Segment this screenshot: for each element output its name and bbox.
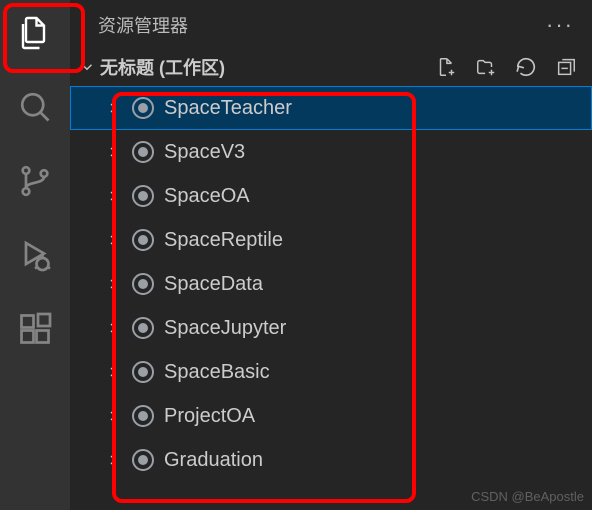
folder-radio-icon [132, 361, 154, 383]
tree-item-label: Graduation [164, 449, 263, 472]
debug-icon [17, 237, 53, 273]
explorer-tab[interactable] [10, 8, 60, 58]
files-icon [17, 15, 53, 51]
chevron-right-icon [104, 363, 122, 381]
chevron-right-icon [104, 451, 122, 469]
more-actions-button[interactable]: ··· [546, 12, 574, 38]
chevron-right-icon [104, 231, 122, 249]
tree-folder[interactable]: SpaceData [70, 262, 592, 306]
tree-item-label: SpaceOA [164, 185, 250, 208]
folder-radio-icon [132, 141, 154, 163]
tree-folder[interactable]: SpaceOA [70, 174, 592, 218]
folder-radio-icon [132, 273, 154, 295]
workspace-title: 无标题 (工作区) [100, 54, 434, 80]
chevron-right-icon [104, 99, 122, 117]
folder-radio-icon [132, 97, 154, 119]
folder-radio-icon [132, 229, 154, 251]
tree-folder[interactable]: SpaceReptile [70, 218, 592, 262]
tree-item-label: SpaceBasic [164, 361, 270, 384]
tree-folder[interactable]: SpaceV3 [70, 130, 592, 174]
chevron-right-icon [104, 143, 122, 161]
file-tree: SpaceTeacher SpaceV3 SpaceOA SpaceReptil… [70, 86, 592, 482]
run-debug-tab[interactable] [10, 230, 60, 280]
tree-folder[interactable]: SpaceBasic [70, 350, 592, 394]
tree-item-label: SpaceData [164, 273, 263, 296]
tree-folder[interactable]: Graduation [70, 438, 592, 482]
chevron-down-icon [76, 56, 98, 78]
folder-radio-icon [132, 185, 154, 207]
extensions-tab[interactable] [10, 304, 60, 354]
sidebar-title: 资源管理器 [98, 12, 188, 38]
chevron-right-icon [104, 319, 122, 337]
source-control-tab[interactable] [10, 156, 60, 206]
chevron-right-icon [104, 187, 122, 205]
extensions-icon [17, 311, 53, 347]
explorer-sidebar: 资源管理器 ··· 无标题 (工作区) [70, 0, 592, 510]
tree-item-label: SpaceV3 [164, 141, 245, 164]
chevron-right-icon [104, 275, 122, 293]
git-branch-icon [17, 163, 53, 199]
watermark: CSDN @BeApostle [471, 489, 584, 504]
new-file-button[interactable] [434, 55, 458, 79]
tree-item-label: SpaceJupyter [164, 317, 286, 340]
sidebar-header: 资源管理器 ··· [70, 0, 592, 48]
tree-item-label: SpaceReptile [164, 229, 283, 252]
tree-item-label: ProjectOA [164, 405, 255, 428]
search-icon [17, 89, 53, 125]
new-folder-button[interactable] [474, 55, 498, 79]
activity-bar [0, 0, 70, 510]
collapse-all-button[interactable] [554, 55, 578, 79]
section-actions [434, 55, 578, 79]
tree-folder[interactable]: SpaceTeacher [70, 86, 592, 130]
refresh-button[interactable] [514, 55, 538, 79]
tree-item-label: SpaceTeacher [164, 97, 292, 120]
workspace-section-header[interactable]: 无标题 (工作区) [70, 48, 592, 86]
search-tab[interactable] [10, 82, 60, 132]
tree-folder[interactable]: ProjectOA [70, 394, 592, 438]
chevron-right-icon [104, 407, 122, 425]
folder-radio-icon [132, 405, 154, 427]
folder-radio-icon [132, 449, 154, 471]
folder-radio-icon [132, 317, 154, 339]
tree-folder[interactable]: SpaceJupyter [70, 306, 592, 350]
